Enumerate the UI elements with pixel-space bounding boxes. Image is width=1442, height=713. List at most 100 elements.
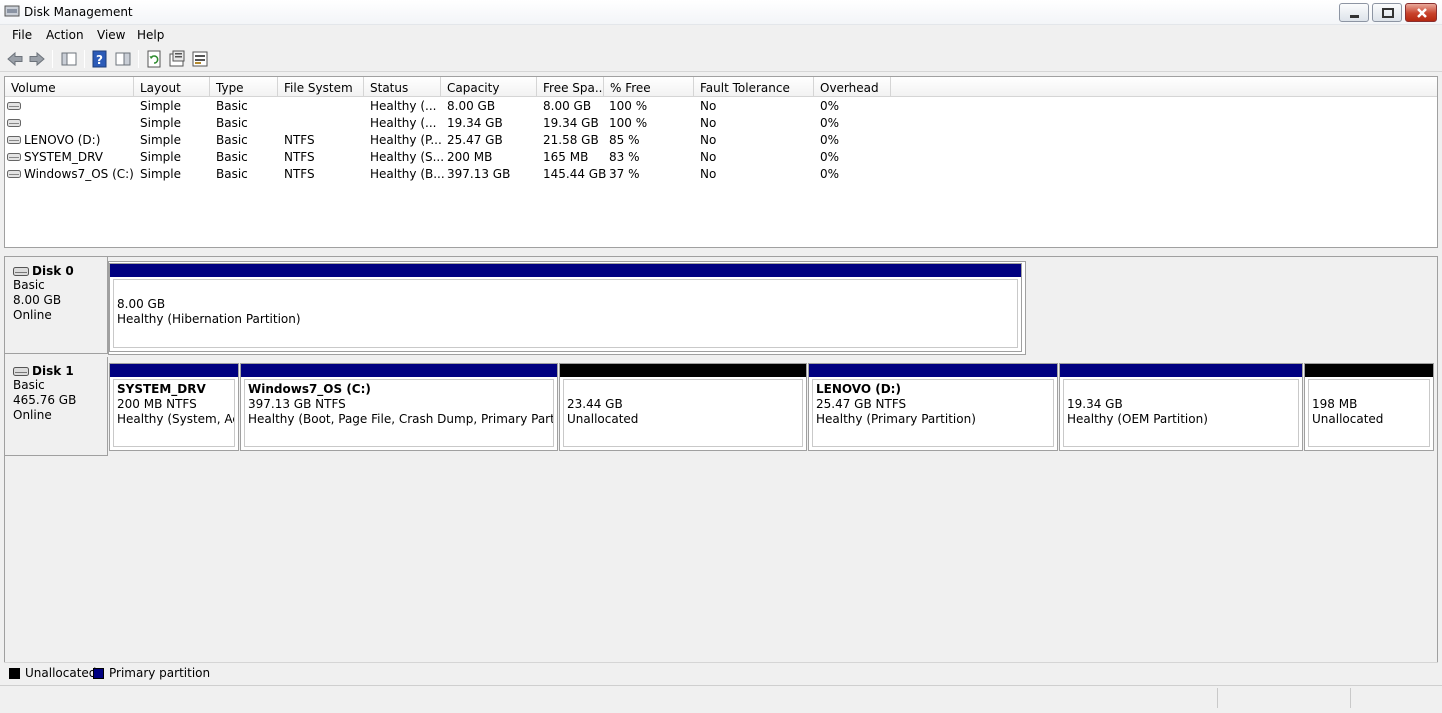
partition-windows7-os[interactable]: Windows7_OS (C:) 397.13 GB NTFS Healthy … (240, 363, 558, 451)
partition-status: Unallocated (1312, 412, 1384, 426)
volume-type: Basic (216, 116, 248, 130)
partition-size: 397.13 GB NTFS (248, 397, 346, 411)
menu-file[interactable]: File (12, 28, 32, 42)
menu-help[interactable]: Help (137, 28, 164, 42)
forward-icon[interactable] (28, 50, 46, 68)
refresh-icon[interactable] (145, 50, 163, 68)
volume-free-space: 21.58 GB (543, 133, 599, 147)
volume-layout: Simple (140, 99, 181, 113)
volume-list[interactable]: Volume Layout Type File System Status Ca… (4, 76, 1438, 248)
legend-swatch-unallocated (9, 668, 20, 679)
volume-percent-free: 100 % (609, 116, 648, 130)
volume-file-system: NTFS (284, 167, 315, 181)
pane-splitter[interactable] (4, 248, 1438, 256)
partition-oem[interactable]: 19.34 GB Healthy (OEM Partition) (1059, 363, 1303, 451)
partition-size: 19.34 GB (1067, 397, 1123, 411)
menu-view[interactable]: View (97, 28, 125, 42)
partition-bar (809, 364, 1057, 377)
properties-icon[interactable] (168, 50, 186, 68)
column-header-volume[interactable]: Volume (5, 77, 134, 97)
volume-free-space: 165 MB (543, 150, 589, 164)
show-hide-icon[interactable] (114, 50, 132, 68)
console-tree-icon[interactable] (60, 50, 78, 68)
column-header-status[interactable]: Status (364, 77, 441, 97)
partition-body: 198 MB Unallocated (1308, 379, 1430, 447)
column-header-free-space[interactable]: Free Spa... (537, 77, 604, 97)
volume-row[interactable]: LENOVO (D:) Simple Basic NTFS Healthy (P… (5, 132, 1437, 149)
disk-1-name: Disk 1 (32, 364, 74, 378)
status-bar-divider (1350, 688, 1351, 708)
partition-bar (241, 364, 557, 377)
column-header-percent-free[interactable]: % Free (604, 77, 694, 97)
volume-status: Healthy (... (370, 99, 437, 113)
volume-layout: Simple (140, 133, 181, 147)
volume-row[interactable]: Simple Basic Healthy (... 8.00 GB 8.00 G… (5, 98, 1437, 115)
close-icon (1417, 8, 1427, 18)
partition-size: 25.47 GB NTFS (816, 397, 907, 411)
volume-percent-free: 37 % (609, 167, 640, 181)
legend-label-primary: Primary partition (109, 666, 211, 680)
volume-layout: Simple (140, 167, 181, 181)
volume-name: SYSTEM_DRV (24, 150, 103, 164)
partition-hibernation[interactable]: 8.00 GB Healthy (Hibernation Partition) (109, 263, 1022, 352)
partition-bar (1060, 364, 1302, 377)
volume-layout: Simple (140, 150, 181, 164)
disk-graphical-view: Disk 0 Basic 8.00 GB Online 8.00 GB Heal… (4, 256, 1438, 682)
disk-0-name: Disk 0 (32, 264, 74, 278)
partition-body: SYSTEM_DRV 200 MB NTFS Healthy (System, … (113, 379, 235, 447)
volume-percent-free: 100 % (609, 99, 648, 113)
volume-type: Basic (216, 167, 248, 181)
column-header-layout[interactable]: Layout (134, 77, 210, 97)
status-bar (0, 685, 1442, 713)
partition-size: 200 MB NTFS (117, 397, 197, 411)
volume-fault-tolerance: No (700, 150, 717, 164)
partition-status: Healthy (System, Activ (117, 412, 234, 426)
rescan-icon[interactable] (191, 50, 209, 68)
volume-fault-tolerance: No (700, 133, 717, 147)
partition-name: SYSTEM_DRV (117, 382, 206, 396)
partition-status: Healthy (Primary Partition) (816, 412, 976, 426)
partition-system-drv[interactable]: SYSTEM_DRV 200 MB NTFS Healthy (System, … (109, 363, 239, 451)
volume-row[interactable]: SYSTEM_DRV Simple Basic NTFS Healthy (S.… (5, 149, 1437, 166)
drive-icon (7, 153, 21, 161)
disk-icon (13, 266, 29, 276)
disk-0-size: 8.00 GB (13, 293, 62, 307)
volume-row[interactable]: Simple Basic Healthy (... 19.34 GB 19.34… (5, 115, 1437, 132)
volume-capacity: 397.13 GB (447, 167, 511, 181)
drive-icon (7, 170, 21, 178)
menu-action[interactable]: Action (46, 28, 84, 42)
partition-bar (110, 364, 238, 377)
partition-status: Healthy (Boot, Page File, Crash Dump, Pr… (248, 412, 553, 426)
restore-button[interactable] (1372, 3, 1402, 22)
minimize-icon (1350, 15, 1359, 18)
column-header-file-system[interactable]: File System (278, 77, 364, 97)
disk-1-label[interactable]: Disk 1 Basic 465.76 GB Online (5, 357, 108, 456)
partition-bar (110, 264, 1021, 277)
toolbar-separator (84, 50, 85, 68)
disk-0-title: Disk 0 (13, 264, 107, 278)
column-header-fault-tolerance[interactable]: Fault Tolerance (694, 77, 814, 97)
partition-lenovo[interactable]: LENOVO (D:) 25.47 GB NTFS Healthy (Prima… (808, 363, 1058, 451)
volume-file-system: NTFS (284, 150, 315, 164)
column-header-capacity[interactable]: Capacity (441, 77, 537, 97)
partition-body: 19.34 GB Healthy (OEM Partition) (1063, 379, 1299, 447)
volume-overhead: 0% (820, 99, 840, 113)
help-icon[interactable]: ? (91, 50, 109, 68)
close-button[interactable] (1405, 3, 1437, 22)
disk-0-label[interactable]: Disk 0 Basic 8.00 GB Online (5, 257, 108, 354)
title-bar: Disk Management (0, 0, 1442, 25)
volume-overhead: 0% (820, 116, 840, 130)
volume-status: Healthy (P... (370, 133, 442, 147)
volume-capacity: 8.00 GB (447, 99, 496, 113)
partition-status: Healthy (OEM Partition) (1067, 412, 1208, 426)
column-header-overhead[interactable]: Overhead (814, 77, 891, 97)
back-icon[interactable] (6, 50, 24, 68)
volume-free-space: 19.34 GB (543, 116, 599, 130)
partition-unallocated-1[interactable]: 23.44 GB Unallocated (559, 363, 807, 451)
partition-unallocated-2[interactable]: 198 MB Unallocated (1304, 363, 1434, 451)
volume-row[interactable]: Windows7_OS (C:) Simple Basic NTFS Healt… (5, 166, 1437, 183)
column-header-type[interactable]: Type (210, 77, 278, 97)
partition-size: 23.44 GB (567, 397, 623, 411)
minimize-button[interactable] (1339, 3, 1369, 22)
volume-type: Basic (216, 99, 248, 113)
